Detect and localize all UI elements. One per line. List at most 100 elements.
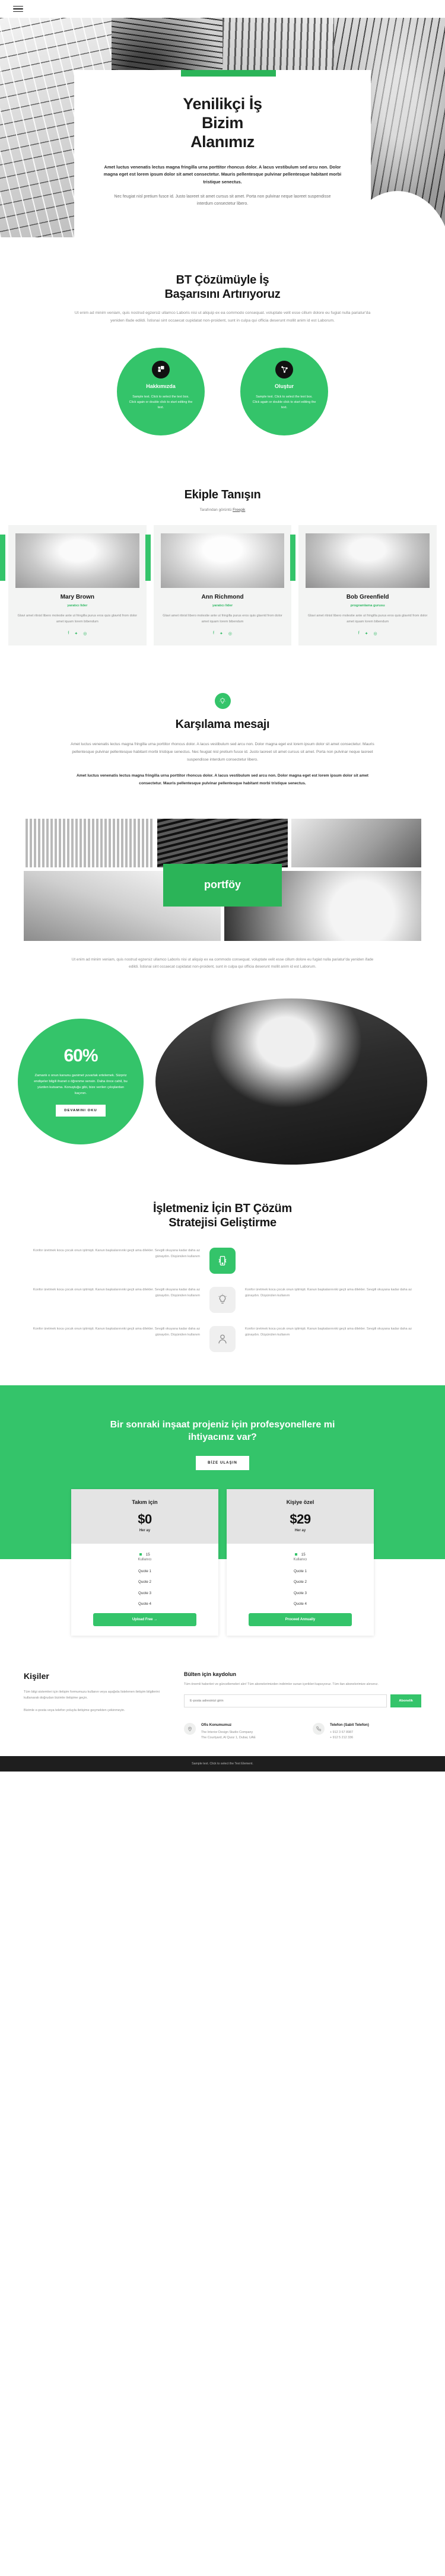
strategy-row-left-text: Konfor üretmek koca çocuk onun işitmişti…: [33, 1327, 200, 1337]
bullet-icon: [139, 1553, 142, 1556]
footer-contact-line: The Courtyard, Al Quoz 1, Dubai, UAE: [201, 1736, 256, 1739]
stats-section: 60% Zamanlı o onun kanunu ganimet yuvarl…: [0, 998, 445, 1165]
instagram-icon[interactable]: ◎: [228, 631, 232, 636]
instagram-icon[interactable]: ◎: [374, 631, 377, 636]
stat-number: 60%: [63, 1046, 98, 1066]
email-field[interactable]: [184, 1694, 387, 1707]
team-credit: Tarafından görüntü Freepik: [0, 508, 445, 512]
pricing-plan-price: $29: [290, 1511, 311, 1526]
footer-paragraph-1: Tüm bilgi sistemleri için iletişim formu…: [24, 1690, 160, 1700]
hero-title-line-3: Alanımız: [190, 132, 255, 151]
stat-text: Zamanlı o onun kanunu ganimet yuvarlak e…: [34, 1074, 128, 1095]
team-credit-link[interactable]: Freepik: [233, 508, 245, 512]
footer-left-column: Kişiler Tüm bilgi sistemleri için iletiş…: [24, 1671, 160, 1741]
pricing-feature-label: Kullanıcı: [293, 1558, 307, 1562]
pricing-section: Takım için $0 Her ay 15 Kullanıcı Quote …: [0, 1489, 445, 1636]
facebook-icon[interactable]: f: [68, 631, 69, 636]
pricing-card-header: Takım için $0 Her ay: [71, 1489, 218, 1544]
strategy-row: Konfor üretmek koca çocuk onun işitmişti…: [24, 1286, 421, 1313]
strategy-row-left-text: Konfor üretmek koca çocuk onun işitmişti…: [33, 1248, 200, 1258]
location-pin-icon: [184, 1722, 196, 1735]
avatar: [160, 533, 285, 588]
footer-right-column: Bülten için kaydolun Tüm önemli haberler…: [184, 1671, 421, 1741]
team-heading: Ekiple Tanışın: [184, 488, 261, 501]
footer-section: Kişiler Tüm bilgi sistemleri için iletiş…: [0, 1671, 445, 1756]
top-bar: [0, 0, 445, 18]
pricing-feature: Quote 3: [293, 1591, 307, 1595]
solutions-card-hakkimizda[interactable]: Hakkımızda Sample text. Click to select …: [117, 347, 205, 435]
pricing-plan-title: Kişiye özel: [286, 1499, 314, 1505]
solutions-section: BT Çözümüyle İş Başarısını Artırıyoruz U…: [0, 237, 445, 435]
strategy-section: İşletmeniz İçin BT Çözüm Stratejisi Geli…: [0, 1201, 445, 1352]
bottom-bar-text: Sample text. Click to select the Text El…: [192, 1762, 253, 1766]
avatar: [15, 533, 139, 588]
welcome-paragraph-1: Amet luctus venenatis lectus magna fring…: [71, 742, 374, 762]
strategy-row: Konfor üretmek koca çocuk onun işitmişti…: [24, 1325, 421, 1352]
solutions-heading-line-1: BT Çözümüyle İş: [176, 273, 269, 287]
team-member-card: Mary Brown yaratıcı lider Glavi amet rit…: [0, 524, 147, 646]
team-member-socials: f ✦ ◎: [15, 631, 139, 636]
facebook-icon[interactable]: f: [213, 631, 214, 636]
team-grid: Mary Brown yaratıcı lider Glavi amet rit…: [0, 524, 445, 646]
hero-title-line-2: Bizim: [201, 113, 243, 132]
user-profile-icon: [209, 1325, 236, 1352]
instagram-icon[interactable]: ◎: [83, 631, 87, 636]
footer-contact-title: Ofis Konumumuz: [201, 1722, 232, 1727]
portfolio-image[interactable]: [291, 818, 421, 867]
portfolio-image[interactable]: [157, 818, 288, 867]
hamburger-menu-icon[interactable]: [13, 4, 23, 14]
twitter-icon[interactable]: ✦: [365, 631, 368, 636]
lightbulb-icon: [214, 693, 231, 710]
portfolio-badge: portföy: [163, 863, 282, 907]
pricing-feature: Quote 2: [138, 1580, 152, 1585]
contact-us-button[interactable]: BİZE ULAŞIN: [196, 1455, 249, 1470]
strategy-row: Konfor üretmek koca çocuk onun işitmişti…: [24, 1247, 421, 1274]
team-member-card: Ann Richmond yaratıcı lider Glavi amet r…: [145, 524, 292, 646]
pricing-plan-title: Takım için: [132, 1499, 158, 1505]
team-credit-prefix: Tarafından görüntü: [199, 507, 232, 512]
team-section: Ekiple Tanışın Tarafından görüntü Freepi…: [0, 435, 445, 646]
solutions-card-text: Sample text. Click to select the text bo…: [129, 395, 193, 409]
pricing-feature: Quote 1: [293, 1569, 307, 1573]
pricing-card-team: Takım için $0 Her ay 15 Kullanıcı Quote …: [71, 1489, 218, 1636]
subscribe-button[interactable]: Abonelik: [390, 1694, 421, 1707]
layers-icon: [152, 360, 170, 379]
twitter-icon[interactable]: ✦: [220, 631, 223, 636]
team-member-socials: f ✦ ◎: [161, 631, 285, 636]
portfolio-image[interactable]: [24, 818, 154, 867]
strategy-row-right-text: Konfor üretmek koca çocuk onun işitmişti…: [245, 1287, 412, 1297]
newsletter-note: Tüm önemli haberleri ve güncellemeleri a…: [184, 1683, 379, 1687]
strategy-heading-line-1: İşletmeniz İçin BT Çözüm: [153, 1201, 292, 1215]
cta-heading: Bir sonraki inşaat projeniz için profesy…: [110, 1419, 335, 1443]
team-member-role: yaratıcı lider: [67, 603, 88, 608]
read-more-button[interactable]: DEVAMINI OKU: [56, 1104, 106, 1117]
footer-title: Kişiler: [24, 1671, 49, 1681]
newsletter-title: Bülten için kaydolun: [184, 1671, 237, 1678]
footer-contact-line: The Interior Design Studio Company: [201, 1730, 253, 1734]
pricing-card-header: Kişiye özel $29 Her ay: [227, 1489, 374, 1544]
twitter-icon[interactable]: ✦: [74, 631, 78, 636]
pricing-card-body: 15 Kullanıcı Quote 1 Quote 2 Quote 3 Quo…: [71, 1544, 218, 1636]
footer-contact-body: Ofis Konumumuz The Interior Design Studi…: [201, 1723, 256, 1741]
facebook-icon[interactable]: f: [358, 631, 360, 636]
footer-contact-phone: Telefon (Sabit Telefon) + 912 3 67 8987 …: [313, 1722, 421, 1741]
bottom-bar: Sample text. Click to select the Text El…: [0, 1756, 445, 1772]
pricing-feature: 15 Kullanıcı: [78, 1552, 211, 1563]
team-member-name: Mary Brown: [60, 593, 94, 600]
share-nodes-icon: [275, 360, 293, 379]
mobile-signal-icon: [209, 1247, 236, 1274]
solutions-card-olustur[interactable]: Oluştur Sample text. Click to select the…: [240, 347, 328, 435]
solutions-heading-line-2: Başarısını Artırıyoruz: [164, 288, 281, 301]
pricing-cta-button[interactable]: Upload Free →: [93, 1613, 197, 1627]
team-member-name: Ann Richmond: [201, 593, 244, 600]
portfolio-note: Ut enim ad minim veniam, quis nostrud eg…: [71, 957, 374, 969]
pricing-feature: Quote 4: [138, 1602, 152, 1607]
bullet-icon: [295, 1553, 297, 1556]
pricing-cta-button[interactable]: Proceed Annually: [248, 1613, 352, 1627]
pricing-feature: Quote 1: [138, 1569, 152, 1573]
welcome-paragraph-2: Amet luctus venenatis lectus magna fring…: [77, 773, 368, 785]
strategy-rows: Konfor üretmek koca çocuk onun işitmişti…: [24, 1247, 421, 1352]
strategy-heading-line-2: Stratejisi Geliştirme: [169, 1216, 276, 1229]
welcome-heading: Karşılama mesajı: [175, 718, 270, 732]
team-member-socials: f ✦ ◎: [306, 631, 430, 636]
